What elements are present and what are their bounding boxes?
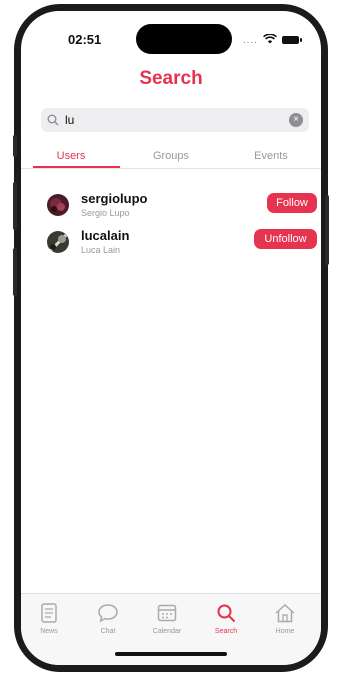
- tab-groups[interactable]: Groups: [121, 146, 221, 168]
- tabbar-label: Home: [275, 628, 295, 635]
- tab-events[interactable]: Events: [221, 146, 321, 168]
- power-button: [325, 195, 329, 265]
- follow-button[interactable]: Follow: [267, 193, 317, 213]
- signal-dots: ....: [242, 34, 258, 46]
- segment-tabs: Users Groups Events: [21, 146, 321, 168]
- clear-search-icon[interactable]: ×: [289, 113, 303, 127]
- unfollow-button[interactable]: Unfollow: [254, 229, 317, 249]
- avatar: [47, 194, 69, 216]
- volume-down-button: [13, 248, 17, 296]
- tabbar-label: Calendar: [152, 628, 182, 635]
- tabbar-label: News: [40, 628, 58, 635]
- status-icons: ....: [242, 31, 302, 49]
- tab-users[interactable]: Users: [21, 146, 121, 168]
- full-name: Sergio Lupo: [81, 208, 130, 218]
- tabbar-label: Search: [214, 628, 238, 635]
- avatar: [47, 231, 69, 253]
- user-row[interactable]: lucalain Luca Lain Unfollow: [21, 226, 321, 260]
- tabbar-item-calendar[interactable]: Calendar: [142, 602, 192, 635]
- tabbar-item-chat[interactable]: Chat: [83, 602, 133, 635]
- home-icon: [260, 602, 310, 624]
- chat-icon: [83, 602, 133, 624]
- battery-icon: [282, 36, 302, 44]
- tabbar-item-news[interactable]: News: [24, 602, 74, 635]
- full-name: Luca Lain: [81, 245, 121, 255]
- tabbar-item-search[interactable]: Search: [201, 602, 251, 635]
- news-icon: [24, 602, 74, 624]
- user-row[interactable]: sergiolupo Sergio Lupo Follow: [21, 189, 321, 223]
- wifi-icon: [263, 31, 277, 49]
- search-input[interactable]: [65, 113, 265, 127]
- app-screen: 02:51 .... Search × Users Groups Events …: [21, 11, 321, 665]
- page-title: Search: [139, 68, 203, 89]
- search-bar[interactable]: ×: [41, 108, 309, 132]
- magnifier-icon: [47, 113, 61, 127]
- mute-switch: [13, 135, 17, 157]
- tab-divider: [21, 168, 321, 169]
- home-indicator: [115, 652, 227, 656]
- volume-up-button: [13, 182, 17, 230]
- tabbar-item-home[interactable]: Home: [260, 602, 310, 635]
- status-time: 02:51: [68, 32, 102, 47]
- calendar-icon: [142, 602, 192, 624]
- dynamic-island: [136, 24, 232, 54]
- tabbar-label: Chat: [100, 628, 116, 635]
- search-icon: [201, 602, 251, 624]
- username: lucalain: [81, 228, 130, 243]
- username: sergiolupo: [81, 191, 148, 206]
